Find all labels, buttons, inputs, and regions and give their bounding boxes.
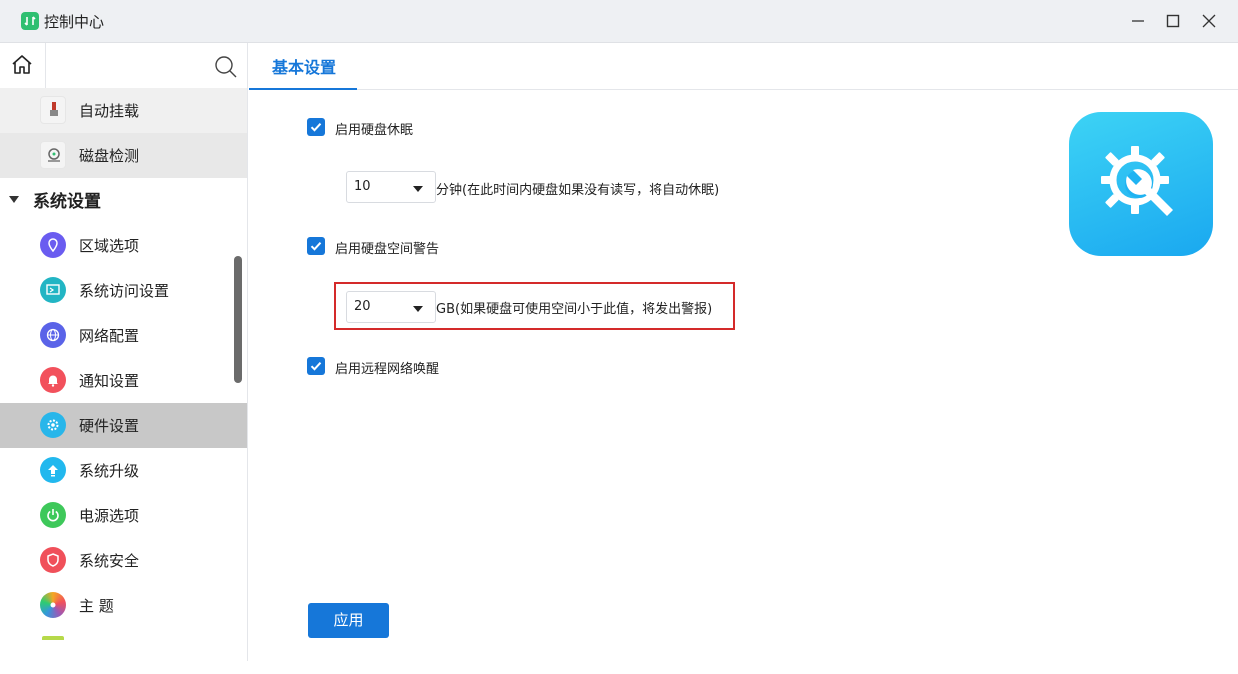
- power-icon: [40, 502, 66, 528]
- sidebar-item-label: 磁盘检测: [79, 147, 140, 165]
- sidebar-item-upgrade[interactable]: 系统升级: [0, 448, 247, 493]
- sidebar-item-auto-mount[interactable]: 自动挂载: [0, 88, 247, 133]
- sleep-minutes-hint: 分钟(在此时间内硬盘如果没有读写，将自动休眠): [436, 183, 720, 198]
- theme-icon: [40, 592, 66, 618]
- sidebar-item-label: 系统安全: [79, 552, 140, 570]
- select-value: 10: [354, 179, 371, 194]
- sidebar-item-label: 硬件设置: [79, 417, 140, 435]
- maximize-icon: [1166, 14, 1180, 28]
- wake-on-lan-checkbox[interactable]: [307, 357, 325, 375]
- home-button[interactable]: [0, 43, 46, 89]
- sidebar-item-label: 系统升级: [79, 462, 140, 480]
- tab-label: 基本设置: [272, 58, 337, 77]
- sidebar-item-label: 主 题: [79, 597, 114, 615]
- chevron-down-icon: [9, 196, 19, 203]
- sidebar-item-network[interactable]: 网络配置: [0, 313, 247, 358]
- sidebar-item-disk-check[interactable]: 磁盘检测: [0, 133, 247, 178]
- disk-check-icon: [40, 141, 66, 169]
- hdd-sleep-label: 启用硬盘休眠: [335, 123, 414, 138]
- space-warning-label: 启用硬盘空间警告: [335, 242, 440, 257]
- home-icon: [12, 55, 32, 74]
- check-icon: [310, 362, 322, 371]
- sidebar-group-label: 系统设置: [33, 192, 101, 212]
- warning-gb-hint: GB(如果硬盘可使用空间小于此值，将发出警报): [436, 302, 713, 317]
- close-icon: [1202, 14, 1216, 28]
- next-item-peek: [42, 636, 64, 640]
- settings-gear-wrench-icon: [1069, 112, 1213, 256]
- monitor-icon: [40, 277, 66, 303]
- sleep-minutes-select[interactable]: 10: [346, 171, 436, 203]
- sidebar-item-label: 网络配置: [79, 327, 140, 345]
- maximize-button[interactable]: [1155, 7, 1191, 35]
- title-bar: 控制中心: [0, 0, 1238, 43]
- shield-icon: [40, 547, 66, 573]
- sidebar-item-theme[interactable]: 主 题: [0, 583, 247, 628]
- sidebar-item-notifications[interactable]: 通知设置: [0, 358, 247, 403]
- location-icon: [40, 232, 66, 258]
- sidebar-toolbar: [0, 43, 247, 90]
- sidebar-item-label: 区域选项: [79, 237, 140, 255]
- sidebar-item-hardware[interactable]: 硬件设置: [0, 403, 247, 448]
- sidebar-item-label: 电源选项: [79, 507, 140, 525]
- check-icon: [310, 242, 322, 251]
- globe-icon: [40, 322, 66, 348]
- sidebar-group-system-settings[interactable]: 系统设置: [0, 178, 247, 220]
- apply-button[interactable]: 应用: [308, 603, 389, 638]
- wake-on-lan-label: 启用远程网络唤醒: [335, 362, 440, 377]
- tab-basic-settings[interactable]: 基本设置: [249, 43, 357, 90]
- sidebar-item-label: 自动挂载: [79, 102, 140, 120]
- upgrade-icon: [40, 457, 66, 483]
- app-icon: [21, 12, 39, 30]
- dropdown-arrow-icon: [413, 186, 423, 192]
- check-icon: [310, 123, 322, 132]
- minimize-button[interactable]: [1120, 7, 1156, 35]
- sidebar: 自动挂载 磁盘检测 系统设置 区域选项 系统访问设置 网络配置 通知设置 硬件设…: [0, 43, 248, 661]
- warning-gb-select[interactable]: 20: [346, 291, 436, 323]
- usb-mount-icon: [40, 96, 66, 124]
- hardware-icon: [40, 412, 66, 438]
- close-button[interactable]: [1191, 7, 1227, 35]
- bell-icon: [40, 367, 66, 393]
- sidebar-item-label: 系统访问设置: [79, 282, 170, 300]
- dropdown-arrow-icon: [413, 306, 423, 312]
- space-warning-checkbox[interactable]: [307, 237, 325, 255]
- sidebar-item-security[interactable]: 系统安全: [0, 538, 247, 583]
- sidebar-item-system-access[interactable]: 系统访问设置: [0, 268, 247, 313]
- sidebar-item-region[interactable]: 区域选项: [0, 223, 247, 268]
- search-button[interactable]: [210, 51, 242, 83]
- sidebar-item-label: 通知设置: [79, 372, 140, 390]
- window-title: 控制中心: [44, 13, 105, 31]
- hdd-sleep-checkbox[interactable]: [307, 118, 325, 136]
- sidebar-scrollbar[interactable]: [234, 256, 242, 383]
- minimize-icon: [1132, 20, 1144, 22]
- tab-bar: 基本设置: [249, 43, 1238, 90]
- sidebar-item-power[interactable]: 电源选项: [0, 493, 247, 538]
- select-value: 20: [354, 299, 371, 314]
- search-icon: [215, 56, 237, 78]
